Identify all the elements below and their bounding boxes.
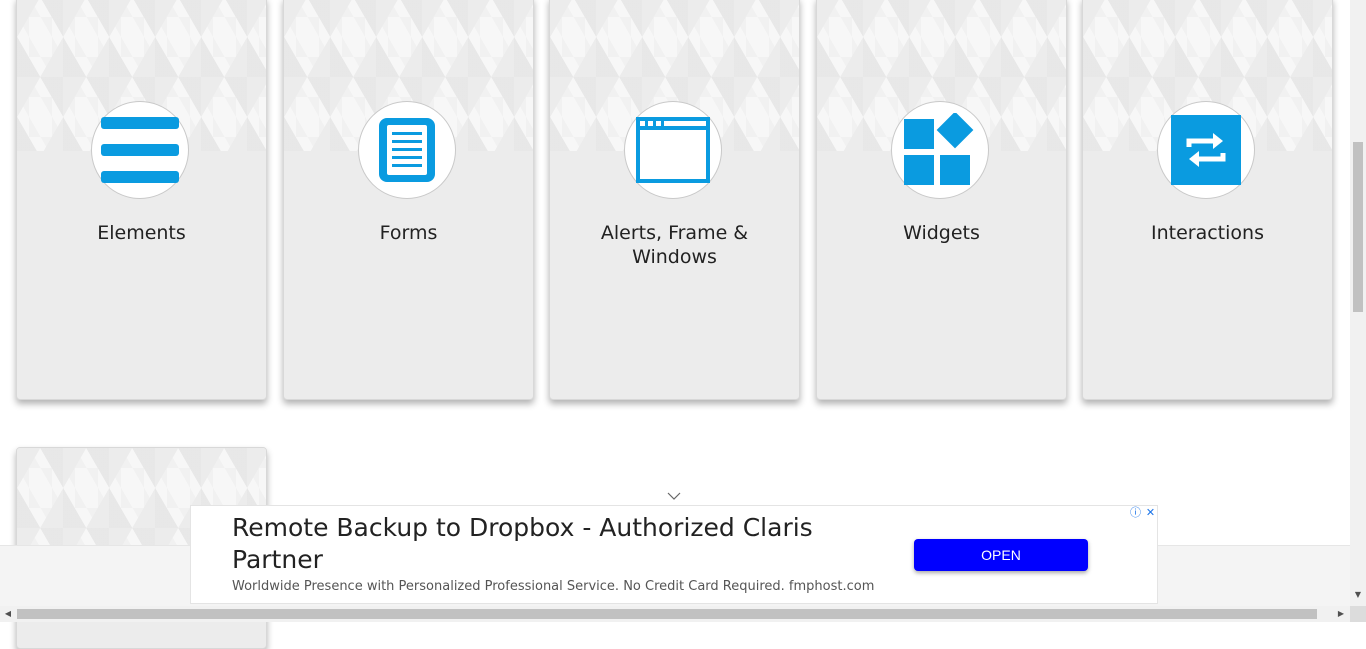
card-icon-circle bbox=[91, 101, 189, 199]
chevron-down-icon[interactable] bbox=[666, 490, 682, 502]
ad-description[interactable]: Worldwide Presence with Personalized Pro… bbox=[232, 579, 874, 594]
card-interactions[interactable]: Interactions bbox=[1082, 0, 1333, 400]
window-icon bbox=[636, 117, 710, 183]
vertical-scrollbar-thumb[interactable] bbox=[1353, 142, 1363, 312]
ad-title[interactable]: Remote Backup to Dropbox - Authorized Cl… bbox=[232, 512, 872, 576]
card-title: Interactions bbox=[1151, 222, 1264, 244]
info-icon[interactable]: ⓘ bbox=[1129, 506, 1142, 519]
card-title: Elements bbox=[97, 222, 186, 244]
card-widgets[interactable]: Widgets bbox=[816, 0, 1067, 400]
card-icon-circle bbox=[891, 101, 989, 199]
scroll-left-arrow-icon[interactable]: ◀ bbox=[3, 609, 13, 619]
scroll-right-arrow-icon[interactable]: ▶ bbox=[1336, 609, 1346, 619]
scroll-down-arrow-icon[interactable]: ▼ bbox=[1353, 590, 1363, 600]
widgets-icon bbox=[904, 113, 974, 185]
interactions-icon bbox=[1171, 115, 1241, 185]
card-icon-circle bbox=[624, 101, 722, 199]
scrollbar-corner bbox=[1350, 606, 1366, 622]
vertical-scrollbar[interactable]: ▼ bbox=[1350, 0, 1366, 606]
horizontal-scrollbar-thumb[interactable] bbox=[17, 609, 1317, 619]
forms-icon bbox=[379, 118, 435, 182]
card-icon-circle bbox=[1157, 101, 1255, 199]
close-icon[interactable]: ✕ bbox=[1144, 506, 1157, 519]
card-title: Forms bbox=[379, 222, 438, 244]
card-icon-circle bbox=[358, 101, 456, 199]
elements-icon bbox=[101, 117, 179, 183]
card-title: Alerts, Frame & Windows bbox=[600, 222, 749, 268]
card-alerts-frame-windows[interactable]: Alerts, Frame & Windows bbox=[549, 0, 800, 400]
ad-choices: ⓘ ✕ bbox=[1129, 506, 1157, 519]
ad-banner[interactable]: Remote Backup to Dropbox - Authorized Cl… bbox=[190, 505, 1158, 604]
card-title: Widgets bbox=[903, 222, 980, 244]
card-forms[interactable]: Forms bbox=[283, 0, 534, 400]
ad-open-button[interactable]: OPEN bbox=[914, 539, 1088, 571]
card-elements[interactable]: Elements bbox=[16, 0, 267, 400]
horizontal-scrollbar[interactable]: ◀ ▶ bbox=[0, 606, 1350, 622]
